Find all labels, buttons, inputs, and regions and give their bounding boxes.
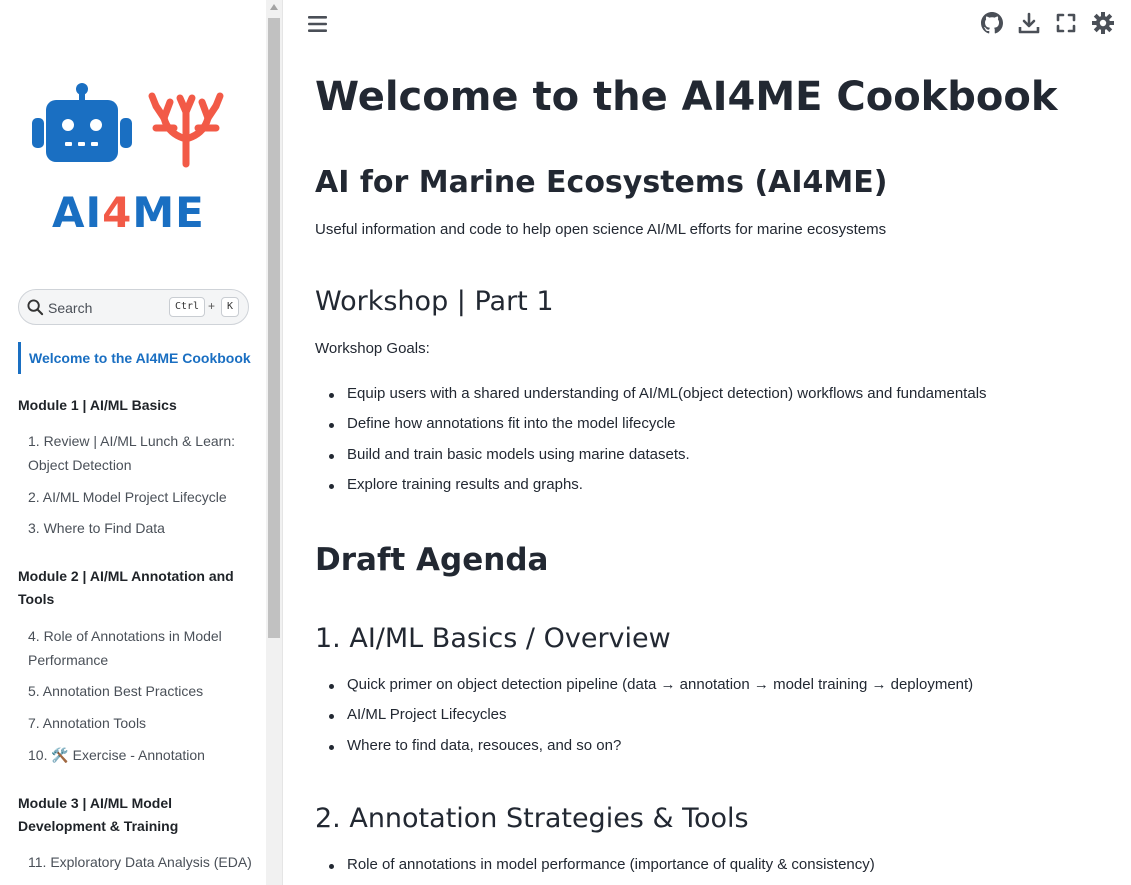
sidebar: AI4ME Search Ctrl + K Welcome to the AI4…	[0, 0, 266, 885]
nav-item-role-of-annotations[interactable]: 4. Role of Annotations in Model Performa…	[28, 624, 253, 672]
nav-item-annotation-tools[interactable]: 7. Annotation Tools	[28, 711, 253, 735]
agenda-item: Where to find data, resouces, and so on?	[328, 737, 622, 754]
workshop-goals-label: Workshop Goals:	[315, 340, 430, 357]
hamburger-icon[interactable]	[308, 14, 328, 34]
nav-item-welcome-label: Welcome to the AI4ME Cookbook	[29, 350, 251, 366]
nav-item-eda[interactable]: 11. Exploratory Data Analysis (EDA)	[28, 850, 253, 874]
nav-item-exercise-annotation[interactable]: 10. 🛠️ Exercise - Annotation	[28, 743, 253, 767]
logo-text-me: ME	[132, 188, 205, 237]
agenda-item: Quick primer on object detection pipelin…	[328, 676, 974, 693]
goal-item: Explore training results and graphs.	[329, 476, 583, 493]
shortcut-k-key: K	[221, 297, 240, 317]
robot-icon	[32, 83, 132, 162]
agenda-item: Role of annotations in model performance…	[329, 856, 875, 873]
goal-item: Equip users with a shared understanding …	[329, 385, 987, 402]
page-title: Welcome to the AI4ME Cookbook	[315, 74, 1058, 120]
scroll-up-arrow-icon[interactable]	[270, 4, 278, 10]
search-button[interactable]: Search Ctrl + K	[18, 289, 249, 325]
logo-wordmark: AI4ME	[52, 188, 205, 237]
nav-item-review-object-detection[interactable]: 1. Review | AI/ML Lunch & Learn: Object …	[28, 429, 253, 477]
sidebar-divider	[282, 0, 283, 885]
nav-item-model-lifecycle[interactable]: 2. AI/ML Model Project Lifecycle	[28, 485, 253, 509]
sidebar-scrollbar[interactable]	[266, 0, 282, 885]
search-icon	[27, 299, 44, 316]
workshop-heading: Workshop | Part 1	[315, 286, 554, 317]
subtitle-heading: AI for Marine Ecosystems (AI4ME)	[315, 165, 888, 200]
shortcut-plus: +	[208, 299, 216, 313]
logo-text-ai: AI	[52, 188, 103, 237]
shortcut-ctrl-key: Ctrl	[169, 297, 206, 317]
module-1-title[interactable]: Module 1 | AI/ML Basics	[18, 394, 253, 417]
scrollbar-thumb[interactable]	[268, 18, 280, 638]
fullscreen-icon[interactable]	[1055, 12, 1077, 34]
coral-icon	[148, 92, 224, 168]
nav-item-annotation-best-practices[interactable]: 5. Annotation Best Practices	[28, 679, 253, 703]
nav-item-welcome[interactable]: Welcome to the AI4ME Cookbook	[18, 342, 258, 374]
agenda-heading: Draft Agenda	[315, 542, 549, 578]
ai4me-logo[interactable]: AI4ME	[30, 82, 230, 237]
github-icon[interactable]	[981, 12, 1003, 34]
intro-text: Useful information and code to help open…	[315, 221, 887, 238]
goal-item: Build and train basic models using marin…	[329, 446, 690, 463]
agenda-item: AI/ML Project Lifecycles	[329, 706, 507, 723]
theme-toggle-icon[interactable]	[1092, 12, 1114, 34]
goal-item: Define how annotations fit into the mode…	[329, 415, 676, 432]
search-label: Search	[48, 300, 93, 316]
section-1-heading: 1. AI/ML Basics / Overview	[315, 623, 671, 654]
module-3-title[interactable]: Module 3 | AI/ML Model Development & Tra…	[18, 792, 253, 838]
download-icon[interactable]	[1018, 12, 1040, 34]
module-2-title[interactable]: Module 2 | AI/ML Annotation and Tools	[18, 565, 253, 611]
logo-text-4: 4	[102, 188, 133, 237]
section-2-heading: 2. Annotation Strategies & Tools	[315, 803, 749, 834]
nav-item-find-data[interactable]: 3. Where to Find Data	[28, 516, 253, 540]
